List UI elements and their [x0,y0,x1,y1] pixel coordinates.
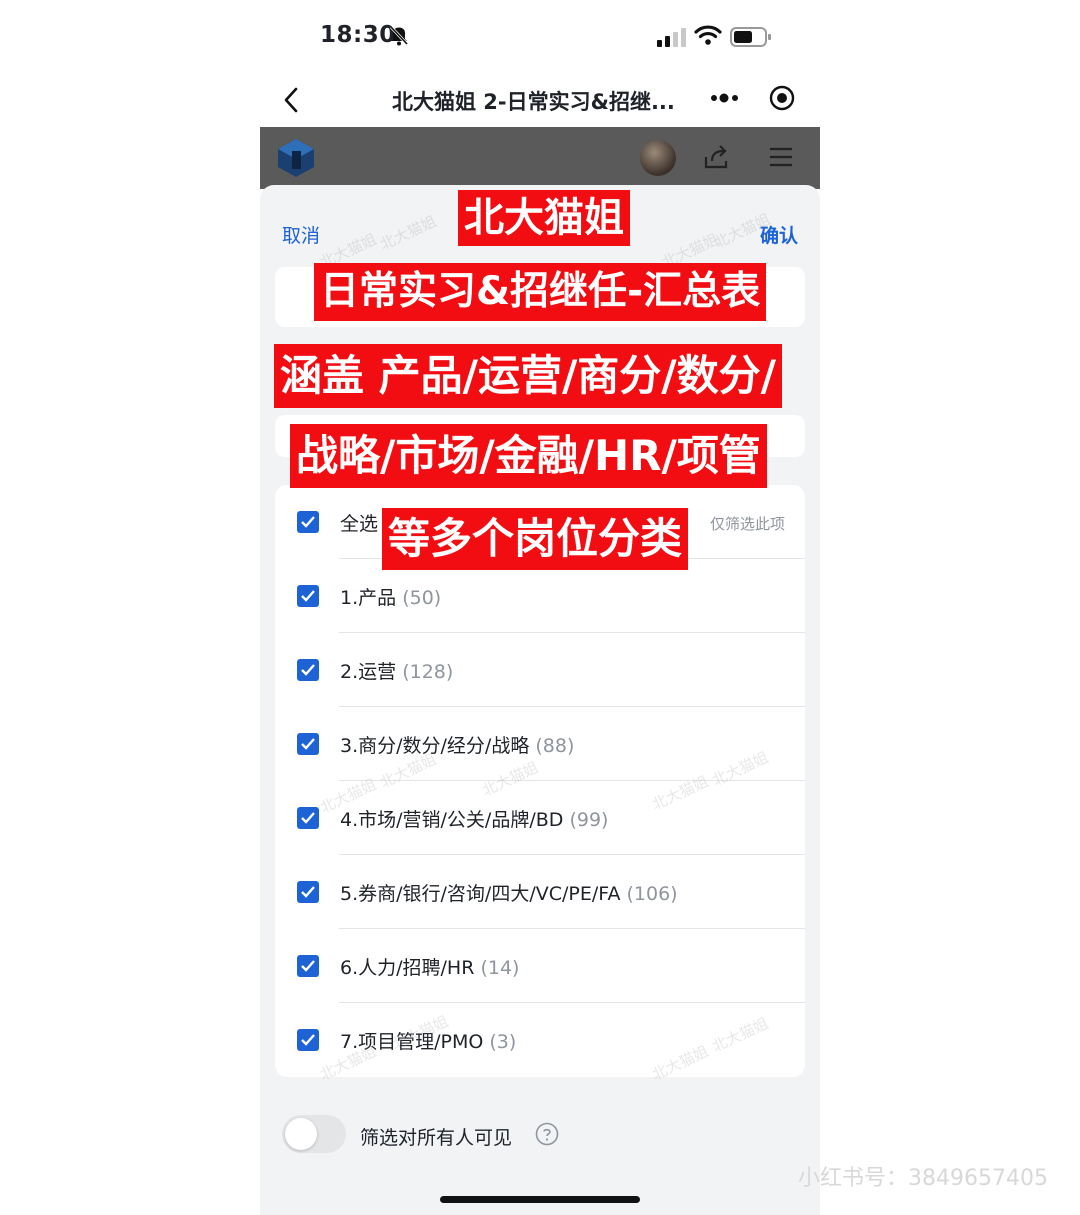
option-count: (106) [626,883,678,905]
list-item[interactable]: 5.券商/银行/咨询/四大/VC/PE/FA (106) [275,855,805,929]
check-icon[interactable] [297,881,319,903]
check-icon[interactable] [297,955,319,977]
home-indicator [440,1196,640,1203]
only-filter-button[interactable]: 仅筛选此项 [710,513,785,534]
wifi-icon [694,25,722,45]
help-icon[interactable] [535,1122,559,1146]
app-header [260,127,820,189]
logo-icon [278,139,314,177]
share-icon[interactable] [702,143,730,171]
option-count: (99) [569,809,609,831]
option-label: 1.产品 (50) [340,587,442,609]
bell-slash-icon [389,25,409,46]
list-item[interactable]: 2.运营 (128) [275,633,805,707]
option-count: (14) [480,957,520,979]
toggle-knob [285,1118,317,1150]
list-item[interactable]: 6.人力/招聘/HR (14) [275,929,805,1003]
mini-program-nav: 北大猫姐 2-日常实习&招继... [260,76,820,126]
option-count: (128) [402,661,454,683]
check-icon[interactable] [297,807,319,829]
option-label: 4.市场/营销/公关/品牌/BD (99) [340,809,609,831]
select-all-label: 全选 [340,513,379,535]
overlay-line: 战略/市场/金融/HR/项管 [290,424,767,488]
overlay-title: 北大猫姐 [458,190,630,246]
more-icon[interactable] [708,86,744,110]
signal-icon [657,28,686,47]
toggle-label: 筛选对所有人可见 [360,1127,513,1149]
option-count: (3) [489,1031,517,1053]
option-count: (88) [535,735,575,757]
option-count: (50) [402,587,442,609]
check-icon[interactable] [297,585,319,607]
overlay-subtitle: 日常实习&招继任-汇总表 [314,263,767,321]
avatar[interactable] [640,140,676,176]
visibility-toggle[interactable] [282,1115,346,1153]
option-label: 5.券商/银行/咨询/四大/VC/PE/FA (106) [340,883,678,905]
option-label: 6.人力/招聘/HR (14) [340,957,520,979]
check-icon[interactable] [297,733,319,755]
list-item[interactable]: 1.产品 (50) [275,559,805,633]
cancel-button[interactable]: 取消 [282,221,320,248]
overlay-line: 涵盖 产品/运营/商分/数分/ [274,344,782,408]
back-icon[interactable] [280,86,304,114]
check-icon[interactable] [297,511,319,533]
status-time: 18:30 [320,22,396,48]
check-icon[interactable] [297,1029,319,1051]
status-bar: 18:30 [0,0,1080,76]
menu-icon[interactable] [768,145,794,169]
account-watermark: 小红书号：3849657405 [798,1166,1048,1191]
target-icon[interactable] [768,84,796,112]
battery-icon [730,27,771,47]
option-label: 2.运营 (128) [340,661,454,683]
overlay-line: 等多个岗位分类 [382,508,689,570]
page-title: 北大猫姐 2-日常实习&招继... [392,90,675,114]
check-icon[interactable] [297,659,319,681]
option-label: 3.商分/数分/经分/战略 (88) [340,735,575,757]
